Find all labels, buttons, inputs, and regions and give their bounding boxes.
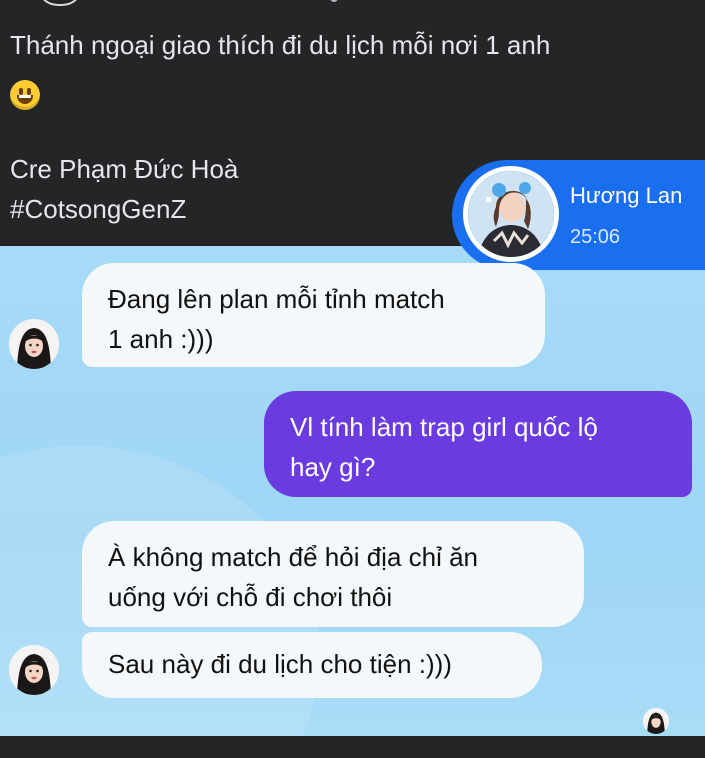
message-line: 1 anh :))) [108,324,214,354]
grinning-face-emoji-icon [10,80,40,110]
separator-dot [330,0,338,2]
message-line: hay gì? [290,452,376,482]
message-bubble-incoming: Đang lên plan mỗi tỉnh match 1 anh :))) [82,263,545,367]
contact-name: Hương Lan [570,183,683,208]
poster-avatar[interactable] [36,0,84,6]
post-credit: Cre Phạm Đức Hoà [10,154,239,184]
contact-photo-icon [468,171,554,257]
sender-photo-icon [9,319,59,369]
message-line: uống với chỗ đi chơi thôi [108,582,393,612]
message-line: À không match để hỏi địa chỉ ăn [108,542,479,572]
incoming-sender-avatar[interactable] [9,319,59,369]
incoming-sender-avatar[interactable] [9,645,59,695]
post-bottom-edge [0,736,705,758]
message-bubble-outgoing: Vl tính làm trap girl quốc lộ hay gì? [264,391,692,497]
message-line: Sau này đi du lịch cho tiện :))) [108,649,452,679]
sender-photo-icon [9,645,59,695]
message-line: Vl tính làm trap girl quốc lộ [290,412,598,442]
message-bubble-incoming: À không match để hỏi địa chỉ ăn uống với… [82,521,584,627]
post-caption: Thánh ngoại giao thích đi du lịch mỗi nơ… [10,30,551,60]
contact-avatar [463,166,559,262]
message-bubble-incoming: Sau này đi du lịch cho tiện :))) [82,632,542,698]
post-header-remnant [0,0,705,10]
post-hashtag[interactable]: #CotsongGenZ [10,192,186,226]
message-line: Đang lên plan mỗi tỉnh match [108,284,445,314]
contact-time: 25:06 [570,226,621,248]
seen-photo-icon [643,708,669,734]
seen-receipt-avatar [643,708,669,734]
